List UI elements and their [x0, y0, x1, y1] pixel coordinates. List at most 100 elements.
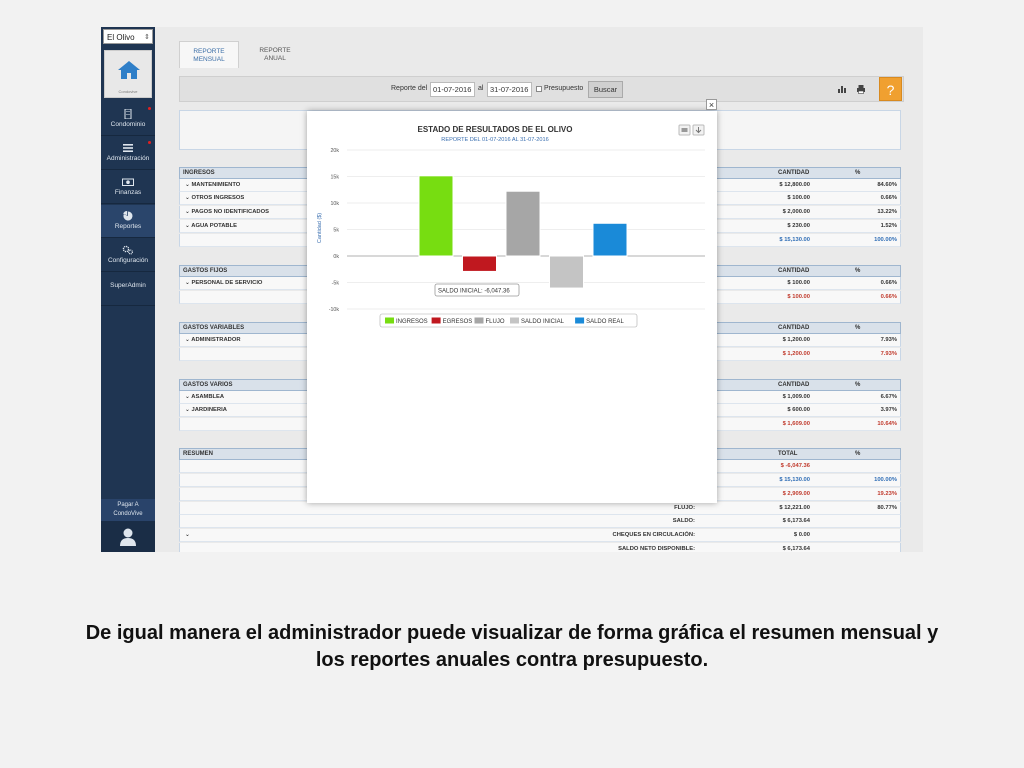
caption-line2: los reportes anuales contra presupuesto.	[315, 649, 709, 671]
legend-label[interactable]: FLUJO	[486, 319, 505, 325]
legend-swatch	[431, 317, 441, 324]
bar-flujo[interactable]	[505, 190, 541, 257]
total-amount: $ 100.00	[787, 294, 810, 300]
total-pct: 7.93%	[880, 351, 897, 357]
column-header-pct: %	[855, 325, 861, 331]
tab-label-line1: REPORTE	[259, 47, 291, 54]
sidebar-item-administracion[interactable]: Administración	[101, 137, 155, 170]
row-amount: $ 2,000.00	[782, 209, 810, 215]
chart-tooltip: SALDO INICIAL: -6,047.36	[434, 283, 520, 297]
legend-label[interactable]: EGRESOS	[443, 319, 473, 325]
user-menu-button[interactable]	[101, 521, 155, 552]
total-pct: 10.64%	[877, 421, 897, 427]
column-header-total: TOTAL	[778, 451, 798, 457]
report-toolbar: Reporte del 01-07-2016 al 31-07-2016 Pre…	[179, 76, 904, 102]
bar-saldo-inicial[interactable]	[549, 255, 584, 289]
row-pct: 3.97%	[880, 407, 897, 413]
section-title: GASTOS VARIOS	[183, 382, 233, 388]
row-label: CHEQUES EN CIRCULACIÓN:	[612, 532, 695, 538]
row-label: ASAMBLEA	[185, 391, 224, 404]
summary-row-saldo: SALDO: $ 6,173.64	[179, 515, 901, 528]
sidebar-item-finanzas[interactable]: Finanzas	[101, 171, 155, 204]
chart-title: ESTADO DE RESULTADOS DE EL OLIVO	[418, 125, 573, 134]
sidebar: El Olivo ⇕ Condovive Condominio Administ…	[101, 27, 156, 552]
row-amount: $ 0.00	[793, 532, 810, 538]
chart-subtitle: REPORTE DEL 01-07-2016 AL 31-07-2016	[441, 137, 548, 143]
legend-swatch	[385, 317, 394, 324]
sidebar-item-label: Reportes	[114, 223, 142, 230]
print-icon[interactable]	[856, 84, 866, 94]
row-label: SALDO NETO DISPONIBLE:	[618, 546, 695, 552]
presupuesto-checkbox[interactable]	[536, 86, 542, 92]
row-pct: 84.60%	[877, 182, 897, 188]
row-pct: 19.23%	[877, 491, 897, 497]
sidebar-item-configuracion[interactable]: Configuración	[101, 239, 155, 272]
row-label: JARDINERIA	[185, 404, 226, 417]
home-icon	[118, 61, 140, 79]
column-header-pct: %	[855, 382, 861, 388]
home-button[interactable]: Condovive	[104, 50, 152, 98]
sidebar-item-condominio[interactable]: Condominio	[101, 103, 155, 136]
total-amount: $ 15,130.00	[779, 237, 810, 243]
column-header-pct: %	[855, 170, 861, 176]
close-modal-button[interactable]: ×	[706, 99, 717, 110]
y-tick-label: 0k	[333, 254, 339, 260]
sidebar-item-superadmin[interactable]: SuperAdmin	[101, 273, 155, 306]
row-label: PAGOS NO IDENTIFICADOS	[185, 206, 269, 219]
legend-swatch	[510, 317, 519, 324]
y-axis-label: Cantidad ($)	[317, 213, 323, 243]
row-pct: 80.77%	[877, 505, 897, 511]
pay-condovive-button[interactable]: Pagar A CondoVive	[101, 499, 155, 521]
row-amount: $ 15,130.00	[779, 477, 810, 483]
list-icon	[123, 144, 133, 152]
app-screenshot: El Olivo ⇕ Condovive Condominio Administ…	[101, 27, 923, 552]
y-tick-label: -5k	[332, 281, 340, 287]
row-pct: 0.66%	[880, 280, 897, 286]
buscar-button[interactable]: Buscar	[588, 81, 623, 98]
summary-row-flujo: FLUJO: $ 12,221.00 80.77%	[179, 502, 901, 515]
row-pct: 13.22%	[877, 209, 897, 215]
org-select[interactable]: El Olivo ⇕	[103, 29, 153, 44]
bar-saldo-real[interactable]	[592, 222, 628, 257]
row-amount: $ 6,173.64	[782, 546, 810, 552]
row-pct: 1.52%	[880, 223, 897, 229]
tab-reporte-anual[interactable]: REPORTE ANUAL	[245, 41, 305, 68]
org-select-value: El Olivo	[107, 33, 135, 42]
tab-label-line2: ANUAL	[264, 55, 286, 62]
row-amount: $ 1,009.00	[782, 394, 810, 400]
tab-reporte-mensual[interactable]: REPORTE MENSUAL	[179, 41, 239, 68]
chevron-down-icon: ⌄	[185, 532, 190, 538]
help-button[interactable]: ?	[879, 77, 902, 101]
date-from-input[interactable]: 01-07-2016	[430, 82, 475, 97]
legend-label[interactable]: SALDO INICIAL	[521, 319, 565, 325]
y-tick-label: 10k	[330, 201, 339, 207]
column-header-amount: CANTIDAD	[778, 170, 810, 176]
legend-swatch	[575, 317, 585, 324]
export-chart-icon[interactable]	[837, 84, 847, 94]
tooltip-text: SALDO INICIAL: -6,047.36	[438, 289, 510, 295]
row-pct: 7.93%	[880, 337, 897, 343]
legend-label[interactable]: SALDO REAL	[586, 319, 624, 325]
row-amount: $ 12,800.00	[779, 182, 810, 188]
al-label: al	[478, 85, 484, 92]
chevron-updown-icon: ⇕	[144, 34, 150, 41]
y-tick-label: 20k	[330, 148, 339, 154]
chart-menu-icons	[678, 124, 705, 136]
chart-legend: INGRESOS EGRESOS FLUJO SALDO INICIAL SALDO R…	[379, 313, 638, 328]
sidebar-item-reportes[interactable]: Reportes	[101, 205, 156, 238]
sidebar-item-label: SuperAdmin	[110, 282, 146, 289]
gears-icon	[122, 245, 133, 255]
section-title: RESUMEN	[183, 451, 214, 457]
date-to-input[interactable]: 31-07-2016	[487, 82, 532, 97]
row-pct: 0.66%	[880, 195, 897, 201]
tab-label-line2: MENSUAL	[193, 56, 225, 63]
sidebar-item-label: Finanzas	[114, 189, 142, 196]
row-pct: 6.67%	[880, 394, 897, 400]
bar-egresos[interactable]	[462, 255, 497, 272]
row-amount: $ 100.00	[787, 280, 810, 286]
row-label: PERSONAL DE SERVICIO	[185, 277, 262, 290]
bar-ingresos[interactable]	[418, 175, 454, 257]
summary-row-cheques[interactable]: ⌄ CHEQUES EN CIRCULACIÓN: $ 0.00	[179, 529, 901, 542]
legend-label[interactable]: INGRESOS	[396, 319, 428, 325]
row-amount: $ 6,173.64	[782, 518, 810, 524]
